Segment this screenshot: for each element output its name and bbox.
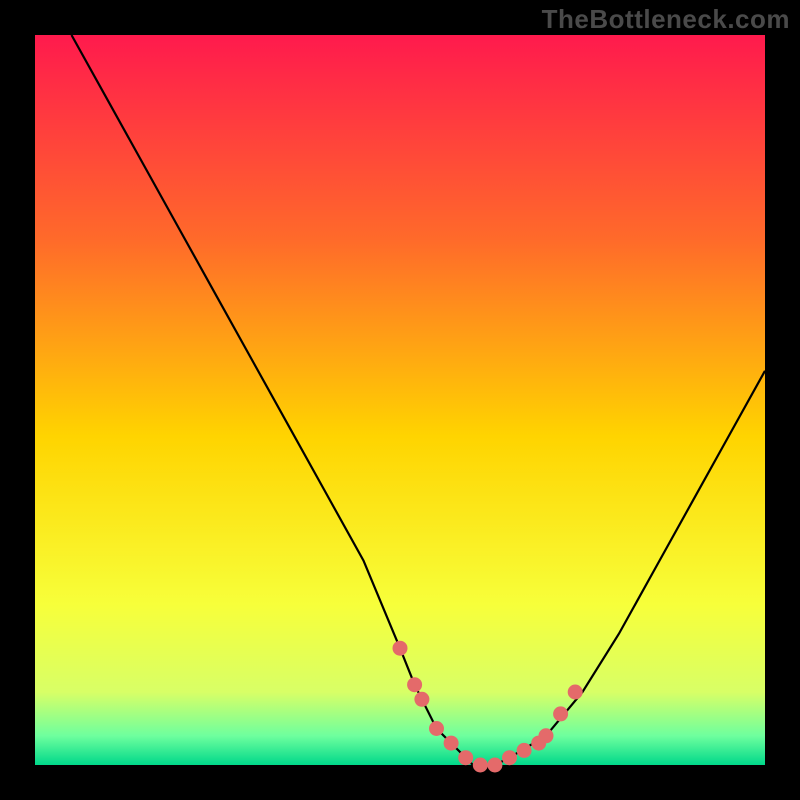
dot <box>393 641 408 656</box>
dot <box>517 743 532 758</box>
dot <box>473 758 488 773</box>
dot <box>502 750 517 765</box>
dot <box>458 750 473 765</box>
dot <box>539 728 554 743</box>
dot <box>429 721 444 736</box>
chart-frame: TheBottleneck.com <box>0 0 800 800</box>
dot <box>553 706 568 721</box>
dot <box>407 677 422 692</box>
dot <box>568 685 583 700</box>
watermark-text: TheBottleneck.com <box>542 4 790 35</box>
dot <box>414 692 429 707</box>
bottleneck-chart <box>0 0 800 800</box>
dot <box>487 758 502 773</box>
dot <box>444 736 459 751</box>
